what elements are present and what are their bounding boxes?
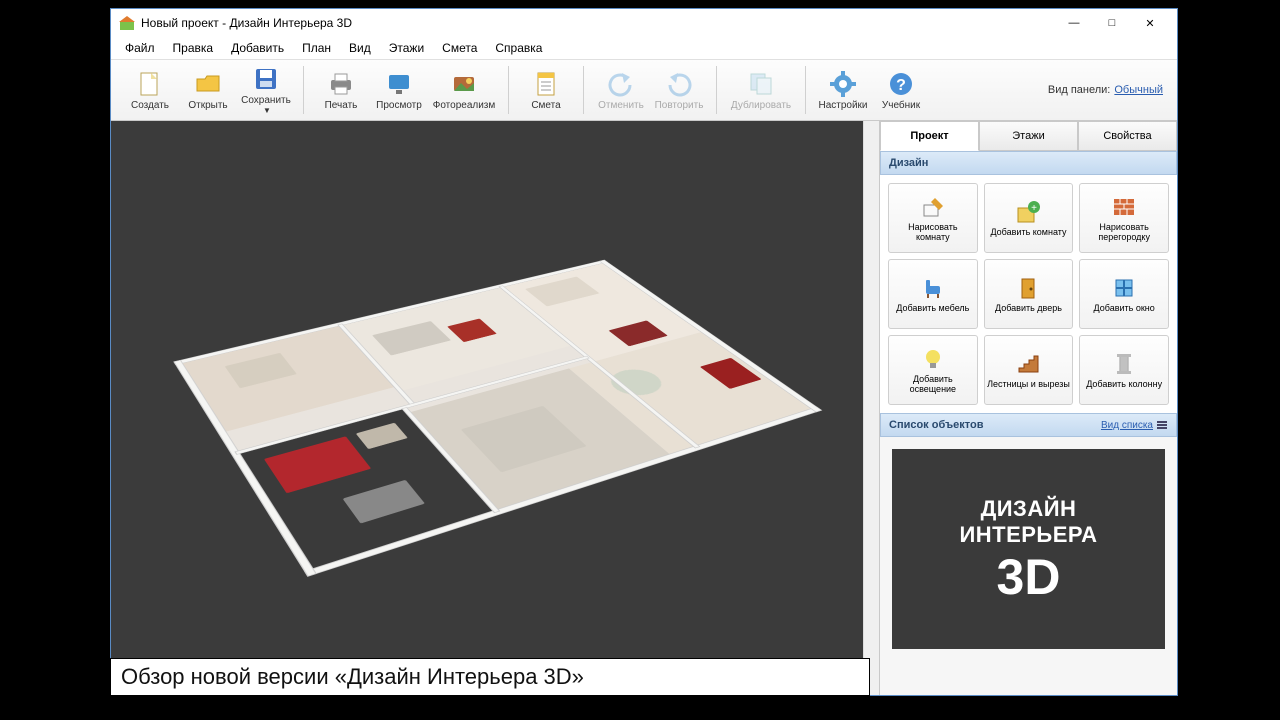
video-caption: Обзор новой версии «Дизайн Интерьера 3D» <box>110 658 870 696</box>
menubar: Файл Правка Добавить План Вид Этажи Смет… <box>111 37 1177 59</box>
brick-wall-icon <box>1111 194 1137 220</box>
monitor-icon <box>385 70 413 98</box>
add-room-button[interactable]: + Добавить комнату <box>984 183 1074 253</box>
help-icon: ? <box>887 70 915 98</box>
settings-button[interactable]: Настройки <box>814 62 872 118</box>
photoreal-button[interactable]: Фотореализм <box>428 62 500 118</box>
redo-button[interactable]: Повторить <box>650 62 708 118</box>
tab-project[interactable]: Проект <box>880 121 979 151</box>
folder-open-icon <box>194 70 222 98</box>
draw-room-button[interactable]: Нарисовать комнату <box>888 183 978 253</box>
panel-mode-link[interactable]: Обычный <box>1114 84 1163 96</box>
list-icon <box>1156 419 1168 431</box>
viewport-scrollbar[interactable] <box>863 121 879 695</box>
menu-file[interactable]: Файл <box>117 39 163 57</box>
open-button[interactable]: Открыть <box>179 62 237 118</box>
gear-icon <box>829 70 857 98</box>
stairs-button[interactable]: Лестницы и вырезы <box>984 335 1074 405</box>
save-button[interactable]: Сохранить ▼ <box>237 62 295 118</box>
menu-add[interactable]: Добавить <box>223 39 292 57</box>
objects-section-header: Список объектов Вид списка <box>880 413 1177 437</box>
svg-text:?: ? <box>896 77 906 94</box>
add-door-button[interactable]: Добавить дверь <box>984 259 1074 329</box>
undo-button[interactable]: Отменить <box>592 62 650 118</box>
draw-partition-button[interactable]: Нарисовать перегородку <box>1079 183 1169 253</box>
add-room-icon: + <box>1015 199 1041 225</box>
svg-text:+: + <box>1032 203 1038 214</box>
create-button[interactable]: Создать <box>121 62 179 118</box>
tab-properties[interactable]: Свойства <box>1078 121 1177 151</box>
pencil-room-icon <box>920 194 946 220</box>
help-button[interactable]: ? Учебник <box>872 62 930 118</box>
add-furniture-button[interactable]: Добавить мебель <box>888 259 978 329</box>
chair-icon <box>920 275 946 301</box>
panel-mode-selector: Вид панели: Обычный <box>1048 84 1171 96</box>
menu-help[interactable]: Справка <box>487 39 550 57</box>
menu-edit[interactable]: Правка <box>165 39 222 57</box>
menu-estimate[interactable]: Смета <box>434 39 485 57</box>
add-light-button[interactable]: Добавить освещение <box>888 335 978 405</box>
estimate-button[interactable]: Смета <box>517 62 575 118</box>
minimize-button[interactable]: — <box>1055 12 1093 34</box>
save-icon <box>252 65 280 93</box>
menu-view[interactable]: Вид <box>341 39 379 57</box>
toolbar: Создать Открыть Сохранить ▼ <box>111 59 1177 121</box>
maximize-button[interactable]: □ <box>1093 12 1131 34</box>
window-title: Новый проект - Дизайн Интерьера 3D <box>141 16 1055 30</box>
render-icon <box>450 70 478 98</box>
new-file-icon <box>136 70 164 98</box>
window-icon <box>1111 275 1137 301</box>
duplicate-button[interactable]: Дублировать <box>725 62 797 118</box>
menu-plan[interactable]: План <box>294 39 339 57</box>
design-section-header: Дизайн <box>880 151 1177 175</box>
printer-icon <box>327 70 355 98</box>
duplicate-icon <box>747 70 775 98</box>
design-grid: Нарисовать комнату + Добавить комнату На… <box>880 175 1177 413</box>
redo-icon <box>665 70 693 98</box>
app-window: Новый проект - Дизайн Интерьера 3D — □ ✕… <box>110 8 1178 696</box>
side-panel: Проект Этажи Свойства Дизайн Нарисовать … <box>879 121 1177 695</box>
promo-banner: ДИЗАЙН ИНТЕРЬЕРА 3D <box>892 449 1165 649</box>
list-view-toggle[interactable]: Вид списка <box>1101 419 1168 431</box>
close-button[interactable]: ✕ <box>1131 12 1169 34</box>
preview-button[interactable]: Просмотр <box>370 62 428 118</box>
stairs-icon <box>1015 351 1041 377</box>
chevron-down-icon[interactable]: ▼ <box>263 106 271 115</box>
menu-floors[interactable]: Этажи <box>381 39 432 57</box>
3d-viewport[interactable] <box>111 121 863 695</box>
app-icon <box>119 15 135 31</box>
door-icon <box>1015 275 1041 301</box>
add-column-button[interactable]: Добавить колонну <box>1079 335 1169 405</box>
undo-icon <box>607 70 635 98</box>
add-window-button[interactable]: Добавить окно <box>1079 259 1169 329</box>
lightbulb-icon <box>920 346 946 372</box>
titlebar: Новый проект - Дизайн Интерьера 3D — □ ✕ <box>111 9 1177 37</box>
estimate-icon <box>532 70 560 98</box>
print-button[interactable]: Печать <box>312 62 370 118</box>
column-icon <box>1111 351 1137 377</box>
tab-floors[interactable]: Этажи <box>979 121 1078 151</box>
